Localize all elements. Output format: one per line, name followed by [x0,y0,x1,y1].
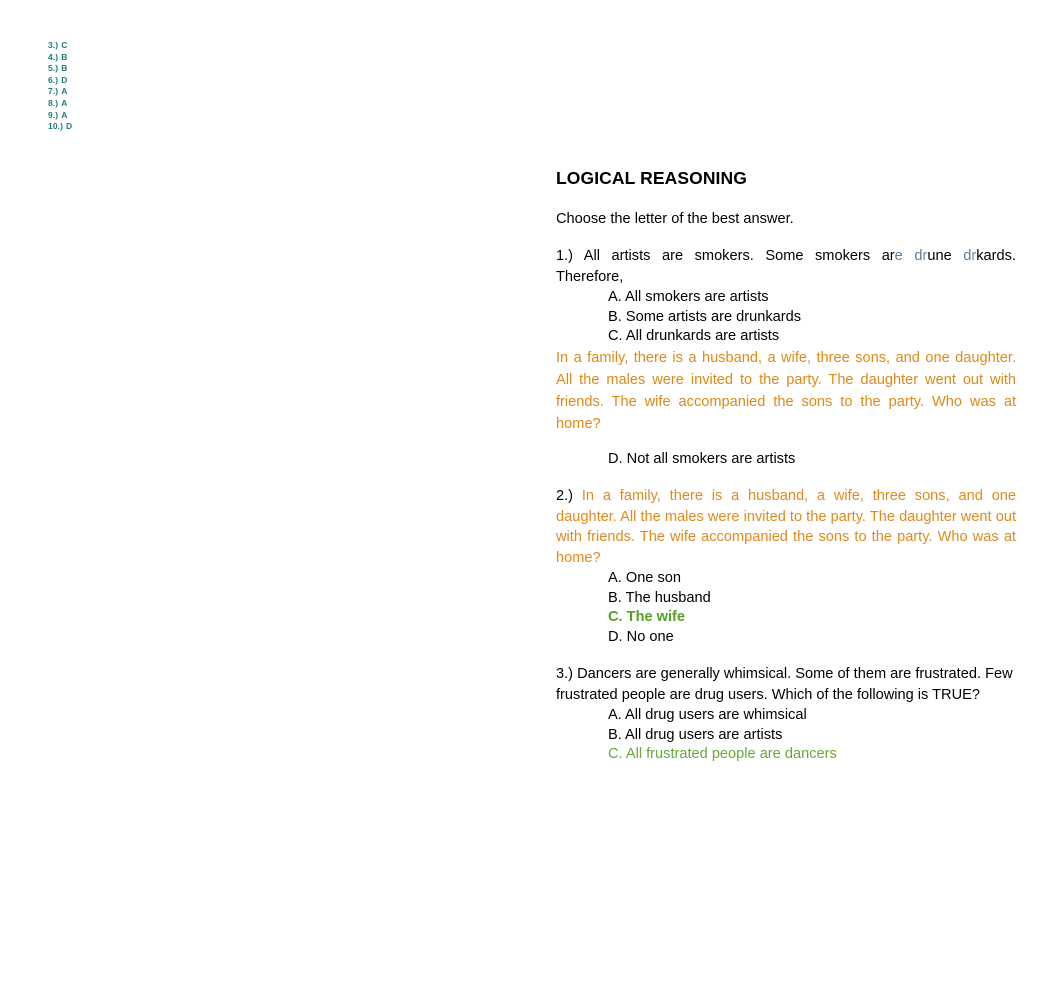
answer-key-letter: A [61,86,68,97]
list-item: 5.) B [48,63,208,75]
question-3-text: 3.) Dancers are generally whimsical. Som… [556,666,1013,703]
answer-key-letter: A [61,109,68,120]
option-d[interactable]: D. No one [556,628,1016,648]
list-item: 6.) D [48,75,208,87]
option-a[interactable]: A. All drug users are whimsical [556,706,1016,726]
document-body: LOGICAL REASONING Choose the letter of t… [556,166,1016,765]
option-b[interactable]: B. All drug users are artists [556,726,1016,746]
q1-space2 [952,248,964,264]
option-c[interactable]: C. The wife [556,608,1016,628]
question-3-options: A. All drug users are whimsical B. All d… [556,706,1016,765]
option-c[interactable]: C. All frustrated people are dancers [556,745,1016,765]
list-item: 4.) B [48,52,208,64]
q1-suffix: Therefore, [556,268,624,285]
option-c[interactable]: C. All drunkards are artists [556,327,1016,347]
question-1-options: A. All smokers are artists B. Some artis… [556,288,1016,347]
answer-key-number: 8.) [48,97,59,108]
list-item: 8.) A [48,98,208,110]
option-b[interactable]: B. The husband [556,589,1016,609]
q1-kards: kards. [976,248,1016,264]
q1-space [903,248,915,264]
option-d[interactable]: D. Not all smokers are artists [556,450,1016,470]
answer-key-number: 3.) [48,40,59,50]
q1-une: une [927,248,952,264]
list-item: 7.) A [48,86,208,98]
q1-colored-e: e [894,248,903,264]
answer-key-letter: B [61,51,68,62]
list-item: 9.) A [48,110,208,122]
question-2-text: 2.) In a family, there is a husband, a w… [556,486,1016,568]
page-title: LOGICAL REASONING [556,168,747,188]
answer-key-number: 4.) [48,51,59,62]
answer-key-number: 9.) [48,109,59,120]
answer-key-number: 5.) [48,63,59,74]
question-1-block: 1.) All artists are smokers. Some smoker… [556,246,1016,469]
q2-body: In a family, there is a husband, a wife,… [556,488,1016,566]
q2-number: 2.) [556,488,574,505]
question-1-option-d-group: D. Not all smokers are artists [556,450,1016,470]
option-a[interactable]: A. One son [556,569,1016,589]
question-1-text: 1.) All artists are smokers. Some smoker… [556,246,1016,287]
question-2-block: 2.) In a family, there is a husband, a w… [556,486,1016,647]
list-item: 10.) D [48,121,208,133]
q1-prefix: 1.) All artists are smokers. Some smoker… [556,248,895,264]
answer-key-letter: D [61,74,68,85]
option-b[interactable]: B. Some artists are drunkards [556,308,1016,328]
answer-key-number: 10.) [48,121,64,132]
question-3-block: 3.) Dancers are generally whimsical. Som… [556,664,1016,765]
answer-key-letter: C [61,40,68,50]
inserted-orange-paragraph: In a family, there is a husband, a wife,… [556,349,1016,433]
answer-key-letter: B [61,63,68,74]
answer-key-number: 6.) [48,74,59,85]
option-a[interactable]: A. All smokers are artists [556,288,1016,308]
answer-key-list: 3.) C 4.) B 5.) B 6.) D 7.) A 8.) A 9.) A 10.) D [48,40,208,133]
instruction-text: Choose the letter of the best answer. [556,211,794,227]
answer-key-letter: D [66,121,73,132]
question-2-options: A. One son B. The husband C. The wife D.… [556,569,1016,647]
answer-key-letter: A [61,97,68,108]
answer-key-number: 7.) [48,86,59,97]
list-item: 3.) C [48,40,208,52]
